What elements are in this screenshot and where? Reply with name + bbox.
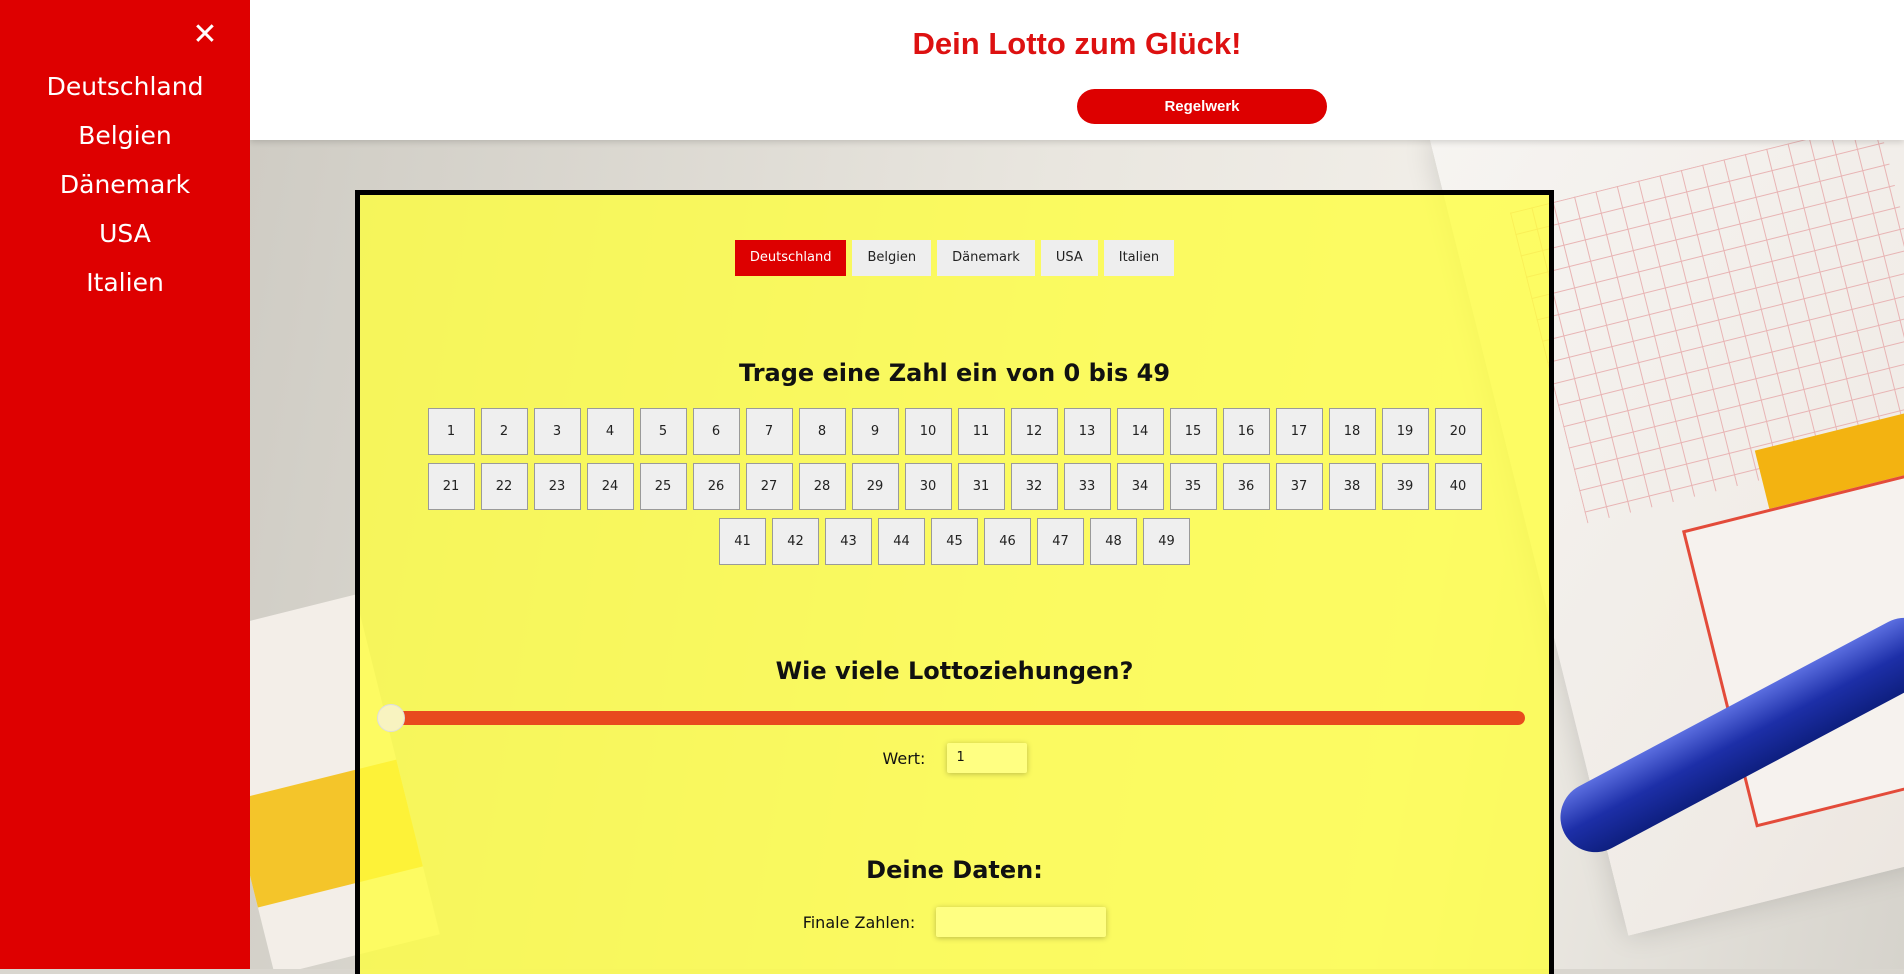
number-button[interactable]: 8 bbox=[798, 408, 846, 455]
number-button[interactable]: 15 bbox=[1169, 408, 1217, 455]
number-button[interactable]: 47 bbox=[1037, 518, 1084, 565]
number-button[interactable]: 16 bbox=[1222, 408, 1270, 455]
sidebar-nav: Deutschland Belgien Dänemark USA Italien bbox=[0, 68, 250, 313]
lotto-card: Deutschland Belgien Dänemark USA Italien… bbox=[355, 190, 1554, 974]
number-button[interactable]: 46 bbox=[984, 518, 1031, 565]
number-button[interactable]: 7 bbox=[745, 408, 793, 455]
number-button[interactable]: 6 bbox=[692, 408, 740, 455]
number-button[interactable]: 21 bbox=[427, 463, 475, 510]
number-button[interactable]: 4 bbox=[586, 408, 634, 455]
sidebar-item-belgien[interactable]: Belgien bbox=[0, 117, 250, 166]
number-row: 1 2 3 4 5 6 7 8 9 10 11 12 13 14 15 16 17 18 19 20 bbox=[402, 408, 1507, 463]
number-button[interactable]: 25 bbox=[639, 463, 687, 510]
draws-slider[interactable] bbox=[377, 704, 1525, 732]
number-button[interactable]: 27 bbox=[745, 463, 793, 510]
number-row: 21 22 23 24 25 26 27 28 29 30 31 32 33 34 35 36 37 38 39 40 bbox=[402, 463, 1507, 518]
final-numbers-label: Finale Zahlen: bbox=[802, 912, 916, 932]
tab-belgien[interactable]: Belgien bbox=[852, 240, 932, 276]
number-row: 41 42 43 44 45 46 47 48 49 bbox=[402, 518, 1507, 573]
number-button[interactable]: 26 bbox=[692, 463, 740, 510]
value-label: Wert: bbox=[882, 748, 926, 768]
number-button[interactable]: 38 bbox=[1328, 463, 1376, 510]
number-button[interactable]: 22 bbox=[480, 463, 528, 510]
sidebar-item-usa[interactable]: USA bbox=[0, 215, 250, 264]
number-button[interactable]: 5 bbox=[639, 408, 687, 455]
country-tabs: Deutschland Belgien Dänemark USA Italien bbox=[360, 240, 1549, 276]
number-button[interactable]: 12 bbox=[1010, 408, 1058, 455]
number-button[interactable]: 41 bbox=[719, 518, 766, 565]
number-button[interactable]: 34 bbox=[1116, 463, 1164, 510]
sidebar: ✕ Deutschland Belgien Dänemark USA Itali… bbox=[0, 0, 250, 969]
final-numbers-field[interactable] bbox=[936, 907, 1107, 937]
number-grid: 1 2 3 4 5 6 7 8 9 10 11 12 13 14 15 16 17 18 19 20 21 22 23 24… bbox=[402, 408, 1507, 573]
header: Dein Lotto zum Glück! Regelwerk bbox=[250, 0, 1904, 140]
number-button[interactable]: 43 bbox=[825, 518, 872, 565]
number-button[interactable]: 40 bbox=[1434, 463, 1482, 510]
number-button[interactable]: 35 bbox=[1169, 463, 1217, 510]
sidebar-item-daenemark[interactable]: Dänemark bbox=[0, 166, 250, 215]
number-button[interactable]: 30 bbox=[904, 463, 952, 510]
number-button[interactable]: 37 bbox=[1275, 463, 1323, 510]
number-button[interactable]: 45 bbox=[931, 518, 978, 565]
number-button[interactable]: 1 bbox=[427, 408, 475, 455]
number-button[interactable]: 49 bbox=[1143, 518, 1190, 565]
number-button[interactable]: 20 bbox=[1434, 408, 1482, 455]
number-button[interactable]: 39 bbox=[1381, 463, 1429, 510]
page-title: Dein Lotto zum Glück! bbox=[912, 26, 1242, 61]
data-heading: Deine Daten: bbox=[866, 856, 1043, 884]
sidebar-item-italien[interactable]: Italien bbox=[0, 264, 250, 313]
number-button[interactable]: 42 bbox=[772, 518, 819, 565]
number-button[interactable]: 18 bbox=[1328, 408, 1376, 455]
number-button[interactable]: 3 bbox=[533, 408, 581, 455]
rules-button[interactable]: Regelwerk bbox=[1077, 89, 1327, 124]
number-button[interactable]: 48 bbox=[1090, 518, 1137, 565]
number-button[interactable]: 19 bbox=[1381, 408, 1429, 455]
number-button[interactable]: 36 bbox=[1222, 463, 1270, 510]
number-button[interactable]: 2 bbox=[480, 408, 528, 455]
sidebar-item-deutschland[interactable]: Deutschland bbox=[0, 68, 250, 117]
number-button[interactable]: 17 bbox=[1275, 408, 1323, 455]
draws-heading: Wie viele Lottoziehungen? bbox=[775, 657, 1134, 685]
number-button[interactable]: 13 bbox=[1063, 408, 1111, 455]
numbers-heading: Trage eine Zahl ein von 0 bis 49 bbox=[738, 359, 1171, 387]
number-button[interactable]: 31 bbox=[957, 463, 1005, 510]
tab-daenemark[interactable]: Dänemark bbox=[937, 240, 1035, 276]
tab-italien[interactable]: Italien bbox=[1103, 240, 1175, 276]
number-button[interactable]: 44 bbox=[878, 518, 925, 565]
number-button[interactable]: 28 bbox=[798, 463, 846, 510]
number-button[interactable]: 10 bbox=[904, 408, 952, 455]
slider-handle[interactable] bbox=[377, 704, 405, 732]
final-row: Finale Zahlen: bbox=[360, 907, 1549, 937]
number-button[interactable]: 23 bbox=[533, 463, 581, 510]
tab-deutschland[interactable]: Deutschland bbox=[734, 240, 847, 276]
number-button[interactable]: 29 bbox=[851, 463, 899, 510]
number-button[interactable]: 33 bbox=[1063, 463, 1111, 510]
number-button[interactable]: 11 bbox=[957, 408, 1005, 455]
number-button[interactable]: 9 bbox=[851, 408, 899, 455]
number-button[interactable]: 24 bbox=[586, 463, 634, 510]
value-input[interactable]: 1 bbox=[946, 743, 1027, 773]
number-button[interactable]: 32 bbox=[1010, 463, 1058, 510]
number-button[interactable]: 14 bbox=[1116, 408, 1164, 455]
tab-usa[interactable]: USA bbox=[1040, 240, 1098, 276]
close-icon[interactable]: ✕ bbox=[190, 20, 220, 50]
value-row: Wert: 1 bbox=[360, 743, 1549, 773]
